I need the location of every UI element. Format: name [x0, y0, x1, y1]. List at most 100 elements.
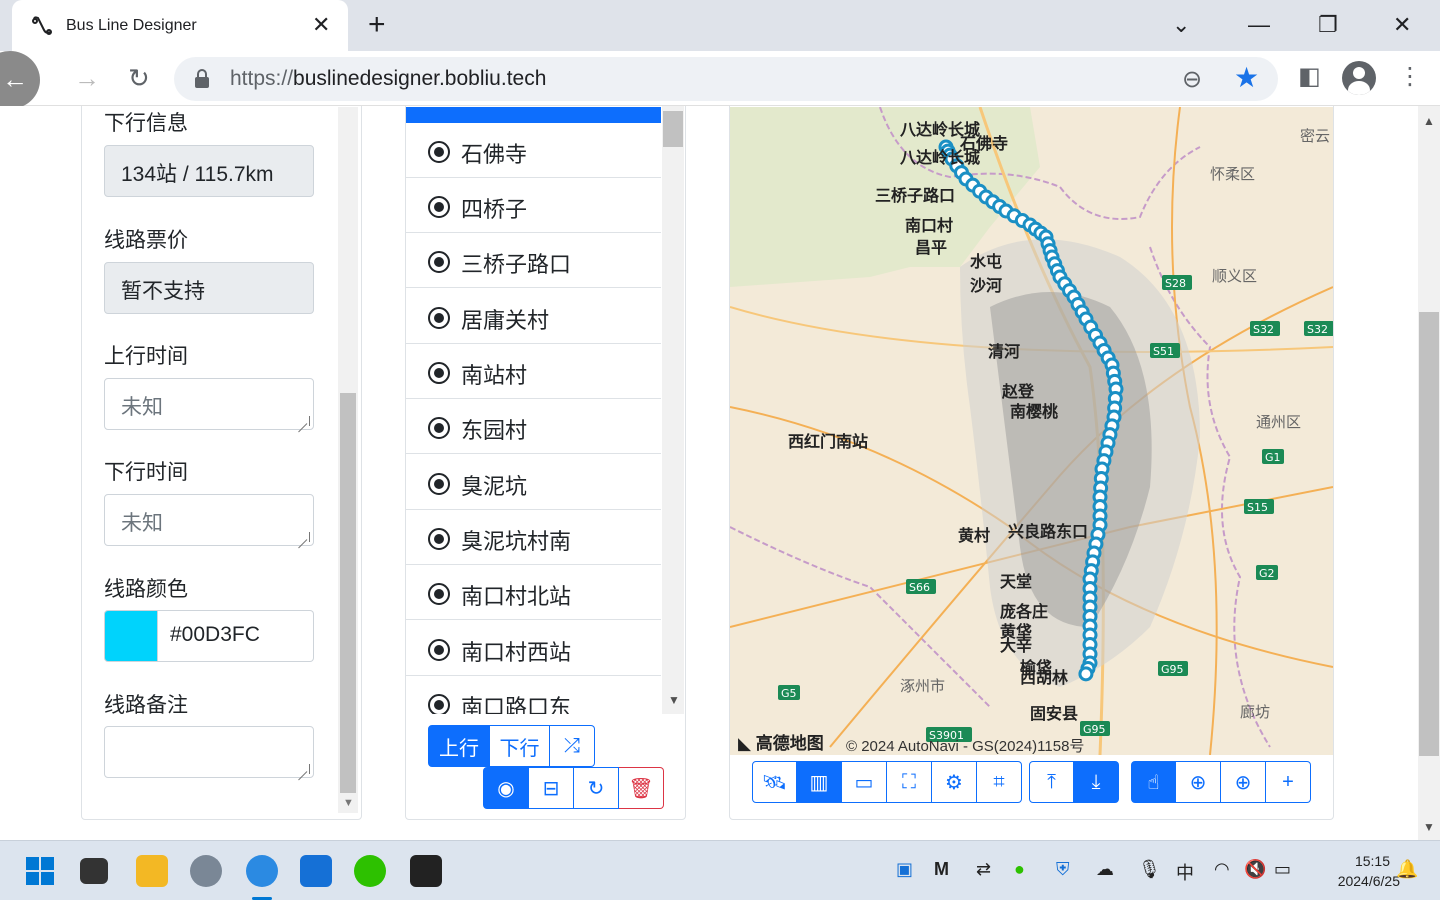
- map-copyright: © 2024 AutoNavi - GS(2024)1158号: [846, 738, 1085, 755]
- upload-icon[interactable]: ⤒: [1029, 761, 1074, 803]
- windows-start-icon[interactable]: [24, 855, 56, 887]
- scroll-down-icon[interactable]: ▼: [1423, 820, 1435, 834]
- zoom-out-icon[interactable]: ⊖: [1182, 65, 1202, 94]
- hand-pointer-icon[interactable]: ☝: [1131, 761, 1176, 803]
- restore-icon[interactable]: ❐: [1318, 12, 1338, 38]
- station-list-scrollbar[interactable]: ▼: [662, 106, 684, 714]
- microphone-icon[interactable]: 🎙: [1138, 859, 1161, 880]
- map-layer-icon[interactable]: ▥: [797, 761, 842, 803]
- station-item[interactable]: 石佛寺: [406, 123, 661, 178]
- selected-station-row[interactable]: [406, 107, 661, 123]
- insert-station-icon[interactable]: ⊟: [529, 767, 574, 809]
- browser-tab[interactable]: Bus Line Designer ✕: [12, 0, 348, 51]
- photos-app-icon[interactable]: [300, 855, 332, 887]
- plus-icon[interactable]: +: [1266, 761, 1311, 803]
- scroll-down-icon[interactable]: ▼: [668, 693, 680, 707]
- map-svg[interactable]: 八达岭长城石佛寺八达岭长城三桥子路口南口村昌平水屯沙河清河赵登南樱桃西红门南站黄…: [730, 107, 1333, 755]
- task-view-icon[interactable]: [80, 858, 108, 884]
- file-explorer-icon[interactable]: [136, 855, 168, 887]
- side-panel-icon[interactable]: ◧: [1298, 63, 1321, 91]
- gmail-tray-icon[interactable]: M: [934, 859, 949, 880]
- security-shield-icon[interactable]: ⛨: [1056, 859, 1070, 880]
- select-station-icon[interactable]: ◉: [483, 767, 529, 809]
- download-circle-icon[interactable]: ⊕: [1176, 761, 1221, 803]
- station-item[interactable]: 南口村西站: [406, 621, 661, 676]
- fullscreen-icon[interactable]: ⛶: [887, 761, 932, 803]
- resize-handle-icon[interactable]: [300, 416, 310, 426]
- new-tab-icon[interactable]: +: [368, 10, 386, 40]
- scroll-down-icon[interactable]: ▼: [343, 797, 354, 809]
- station-item[interactable]: 居庸关村: [406, 289, 661, 344]
- delete-trash-icon[interactable]: 🗑: [619, 767, 664, 809]
- station-item[interactable]: 臭泥坑: [406, 455, 661, 510]
- tab-search-icon[interactable]: ⌄: [1172, 12, 1190, 38]
- station-item[interactable]: 南站村: [406, 344, 661, 399]
- reload-icon[interactable]: ↻: [128, 64, 150, 92]
- up-time-textarea[interactable]: 未知: [104, 378, 314, 430]
- toggle-tray-icon[interactable]: ⇄: [976, 859, 991, 880]
- wechat-tray-icon[interactable]: ●: [1014, 859, 1025, 880]
- onedrive-cloud-icon[interactable]: ☁: [1096, 859, 1114, 880]
- radio-icon: [428, 639, 450, 661]
- station-item[interactable]: 东园村: [406, 399, 661, 454]
- close-tab-icon[interactable]: ✕: [312, 12, 330, 38]
- wifi-icon[interactable]: ◠: [1214, 859, 1230, 880]
- battery-icon[interactable]: ▭: [1274, 859, 1291, 880]
- radio-icon: [428, 473, 450, 495]
- photos-tray-icon[interactable]: ▣: [896, 859, 913, 880]
- back-button[interactable]: ←: [0, 51, 40, 109]
- station-item[interactable]: 臭泥坑村南: [406, 510, 661, 565]
- radio-icon: [428, 583, 450, 605]
- resize-handle-icon[interactable]: [300, 532, 310, 542]
- station-item[interactable]: 南口路口东: [406, 676, 661, 714]
- add-circle-icon[interactable]: ⊕: [1221, 761, 1266, 803]
- reverse-icon[interactable]: ↻: [574, 767, 619, 809]
- panel-scrollbar[interactable]: ▼: [338, 107, 358, 813]
- scrollbar-thumb[interactable]: [663, 111, 683, 147]
- ime-indicator[interactable]: 中: [1176, 859, 1194, 885]
- road-badge-label: S32: [1307, 323, 1328, 336]
- station-item[interactable]: 三桥子路口: [406, 233, 661, 288]
- minimize-icon[interactable]: —: [1248, 12, 1270, 38]
- menu-kebab-icon[interactable]: ⋮: [1398, 63, 1422, 91]
- terminal-app-icon[interactable]: [410, 855, 442, 887]
- satellite-icon[interactable]: 🛰: [752, 761, 797, 803]
- notification-bell-icon[interactable]: 🔔: [1396, 859, 1418, 880]
- profile-avatar[interactable]: [1342, 61, 1376, 95]
- station-item[interactable]: 四桥子: [406, 178, 661, 233]
- close-window-icon[interactable]: ✕: [1393, 12, 1411, 38]
- tab-title: Bus Line Designer: [66, 17, 197, 34]
- road-badge-label: S51: [1153, 345, 1174, 358]
- color-picker[interactable]: [104, 610, 158, 662]
- back-arrow-icon: ←: [2, 64, 28, 94]
- browser-app-icon[interactable]: [246, 855, 278, 887]
- wechat-icon[interactable]: [354, 855, 386, 887]
- bookmark-star-icon[interactable]: ★: [1234, 61, 1259, 94]
- route-split-icon[interactable]: ⌗: [977, 761, 1022, 803]
- station-item[interactable]: 南口村北站: [406, 565, 661, 620]
- shuffle-icon[interactable]: ⤮: [550, 725, 595, 767]
- down-time-textarea[interactable]: 未知: [104, 494, 314, 546]
- window-icon[interactable]: ▭: [842, 761, 887, 803]
- download-bar-icon[interactable]: ⤓: [1074, 761, 1119, 803]
- address-bar[interactable]: https://buslinedesigner.bobliu.tech ⊖ ★: [174, 57, 1278, 101]
- up-direction-button[interactable]: 上行: [428, 725, 490, 767]
- scrollbar-thumb[interactable]: [340, 393, 356, 793]
- map-canvas[interactable]: 八达岭长城 石佛寺 八达岭长城 三桥子路口 南口村 昌平 水屯 沙河 清河 赵登 南樱桃 西红门南站黄…: [730, 107, 1333, 755]
- scrollbar-thumb[interactable]: [1419, 312, 1439, 756]
- radio-icon: [428, 528, 450, 550]
- map-place-label: 赵登: [1001, 382, 1035, 401]
- down-direction-button[interactable]: 下行: [490, 725, 550, 767]
- scroll-up-icon[interactable]: ▲: [1423, 114, 1435, 128]
- color-hex-input[interactable]: #00D3FC: [158, 610, 314, 662]
- settings-icon[interactable]: [190, 855, 222, 887]
- settings-gear-icon[interactable]: ⚙: [932, 761, 977, 803]
- forward-icon[interactable]: →: [74, 64, 100, 92]
- page-scrollbar[interactable]: ▲ ▼: [1418, 106, 1440, 840]
- road-badge-label: G1: [1265, 451, 1281, 464]
- road-badge-label: S32: [1253, 323, 1274, 336]
- speaker-muted-icon[interactable]: 🔇: [1244, 859, 1266, 880]
- resize-handle-icon[interactable]: [300, 764, 310, 774]
- system-clock[interactable]: 15:15 2024/6/25: [1338, 851, 1400, 889]
- note-textarea[interactable]: [104, 726, 314, 778]
